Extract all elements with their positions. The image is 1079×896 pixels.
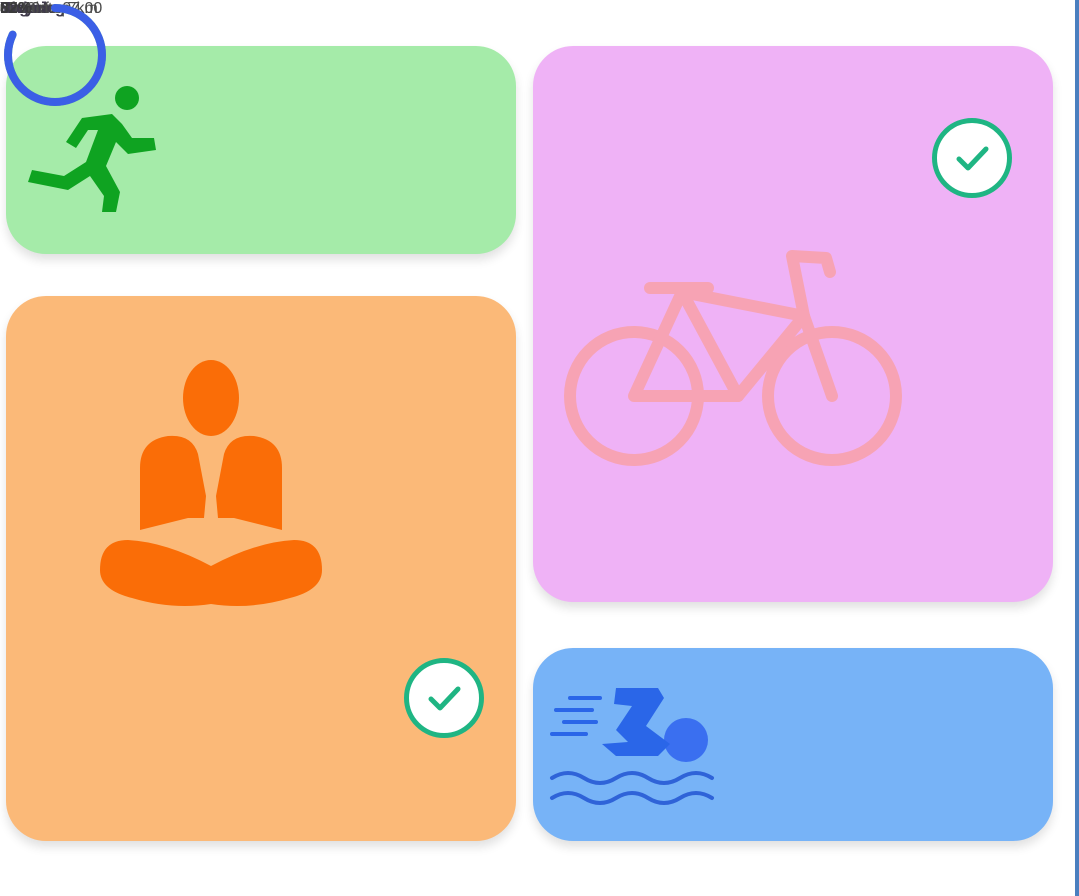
- bicycle-icon: [564, 250, 902, 466]
- activity-dashboard: Running 5000 step 82% Bicycle 07.00 for …: [0, 0, 1079, 896]
- right-edge-divider: [1075, 0, 1079, 896]
- bicycle-check-icon[interactable]: [932, 118, 1012, 198]
- swimmer-icon: [550, 688, 714, 805]
- meditation-icon: [100, 360, 322, 606]
- swim-progress-label: 82%: [0, 0, 33, 17]
- yoga-check-icon[interactable]: [404, 658, 484, 738]
